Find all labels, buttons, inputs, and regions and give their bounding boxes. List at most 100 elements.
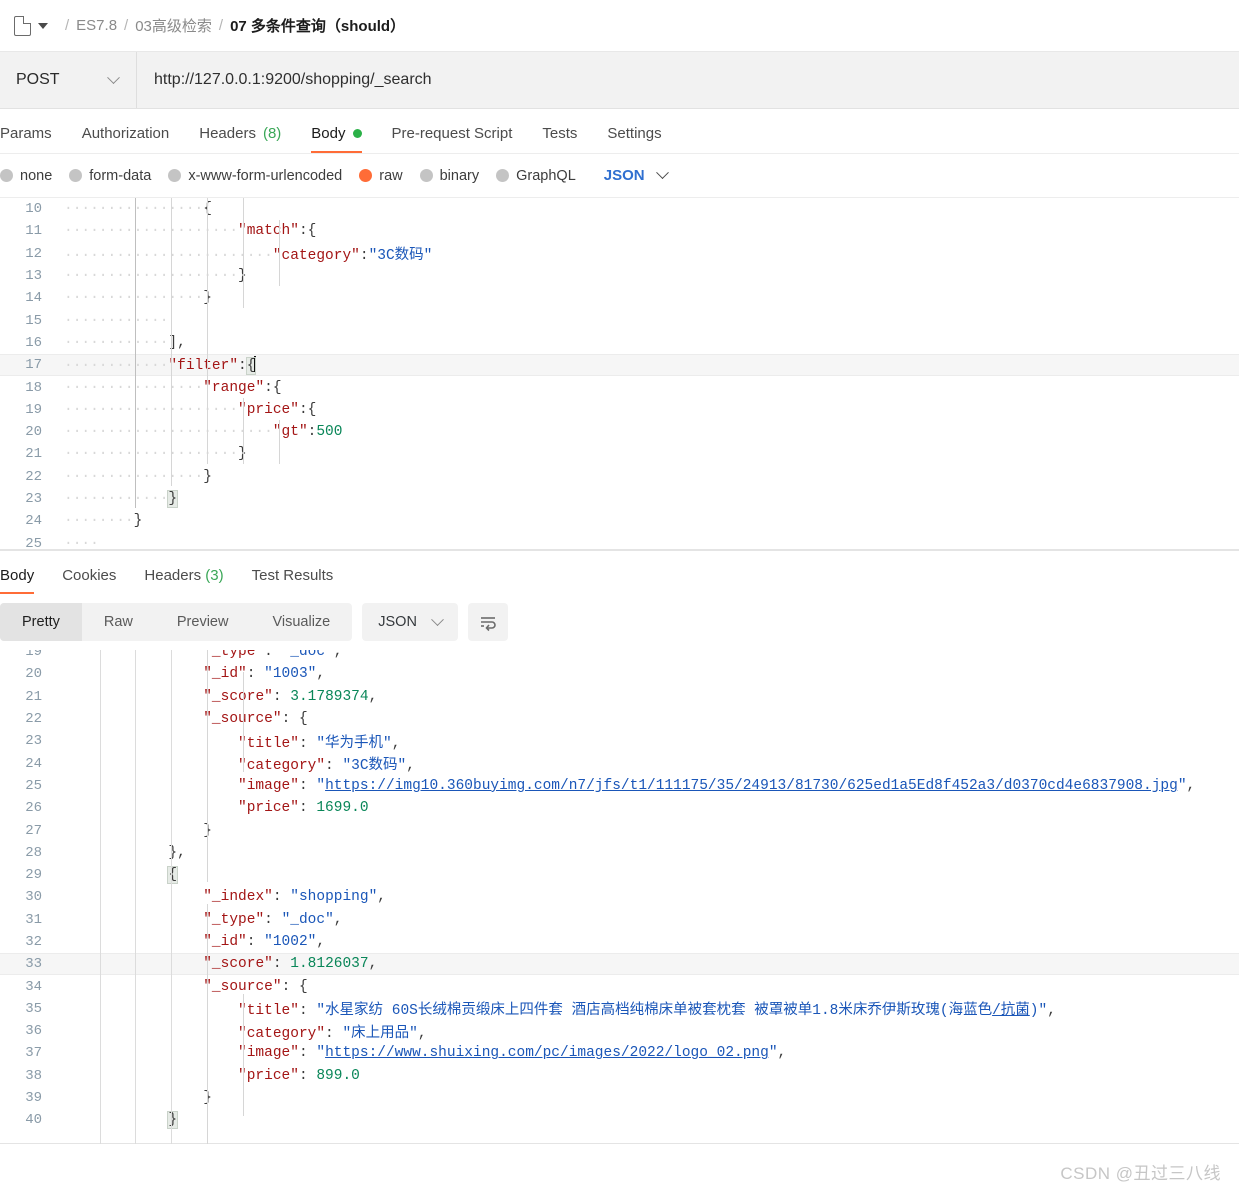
response-body-editor[interactable]: 19 "_type": "_doc", 20 "_id": "1003", 21 "…: [0, 650, 1239, 1144]
request-tab-pre-request-script[interactable]: Pre-request Script: [377, 125, 528, 153]
tab-label: Settings: [607, 125, 662, 142]
radio-icon: [496, 169, 510, 182]
body-type-raw[interactable]: raw: [359, 168, 410, 184]
body-type-label: form-data: [89, 167, 152, 184]
line-number: 39: [25, 1090, 42, 1107]
body-type-graphql[interactable]: GraphQL: [496, 168, 584, 184]
code-line: 14 ················}: [0, 287, 1239, 309]
word-wrap-icon[interactable]: [467, 603, 508, 641]
code-token: {: [272, 379, 282, 396]
chevron-down-icon[interactable]: [38, 22, 48, 29]
response-view-preview[interactable]: Preview: [155, 603, 251, 641]
code-token: :: [264, 379, 273, 396]
line-number: 12: [25, 245, 42, 262]
code-token: "price": [238, 1067, 299, 1084]
request-tab-settings[interactable]: Settings: [592, 125, 676, 153]
code-token: ": [316, 1045, 326, 1062]
tab-label: Pre-request Script: [391, 125, 513, 142]
indent-guide: ····················: [64, 401, 239, 418]
indent-guide: ········: [64, 513, 134, 530]
response-format-select[interactable]: JSON: [362, 603, 458, 641]
line-number: 35: [25, 1000, 42, 1017]
code-token: "image": [238, 777, 299, 794]
radio-icon: [0, 169, 13, 182]
code-line: 26 "price": 1699.0: [0, 797, 1239, 819]
line-number: 20: [25, 424, 42, 441]
code-token: :: [272, 688, 291, 705]
response-view-pretty[interactable]: Pretty: [0, 603, 82, 641]
response-tab-test-results[interactable]: Test Results: [238, 567, 348, 594]
code-text: ············],: [56, 335, 186, 351]
code-token[interactable]: https://img10.360buyimg.com/n7/jfs/t1/11…: [325, 778, 1178, 794]
response-view-visualize[interactable]: Visualize: [250, 603, 352, 641]
indent-guide: ············: [64, 358, 169, 375]
response-tab-headers[interactable]: Headers (3): [130, 567, 237, 594]
code-text: {: [56, 866, 179, 885]
code-token: "_doc": [281, 911, 334, 928]
code-line: 25 ····: [0, 532, 1239, 549]
tab-label: Authorization: [81, 125, 170, 142]
line-number: 37: [25, 1045, 42, 1062]
response-view-raw[interactable]: Raw: [82, 603, 155, 641]
line-number: 40: [25, 1112, 42, 1129]
body-type-options: none form-data x-www-form-urlencoded raw bin…: [0, 154, 1239, 198]
code-line: 13 ····················}: [0, 265, 1239, 287]
response-tab-body[interactable]: Body: [0, 567, 48, 594]
code-token: ,: [316, 666, 326, 683]
http-method-label: POST: [16, 71, 60, 88]
code-token[interactable]: /抗菌: [992, 1003, 1030, 1019]
code-token: ,: [368, 956, 378, 973]
code-text: ················}: [56, 290, 212, 306]
indent-guide: ················: [64, 201, 204, 218]
body-type-none[interactable]: none: [0, 168, 60, 184]
body-type-label: GraphQL: [516, 167, 576, 184]
indent-guide: ····················: [64, 268, 239, 285]
code-line: 19 ····················"price":{: [0, 399, 1239, 421]
code-line: 11 ····················"match":{: [0, 220, 1239, 242]
tab-label: Params: [0, 125, 52, 142]
http-method-select[interactable]: POST: [0, 52, 137, 108]
code-token: :: [325, 758, 343, 775]
code-token: :: [298, 777, 317, 794]
request-tab-headers[interactable]: Headers (8): [184, 125, 296, 153]
breadcrumb-item-collection[interactable]: ES7.8: [76, 17, 117, 34]
line-number: 19: [25, 650, 42, 661]
response-tab-cookies[interactable]: Cookies: [48, 567, 130, 594]
code-token: }: [167, 490, 179, 508]
code-line: 34 "_source": {: [0, 975, 1239, 997]
code-token: "title": [238, 1003, 299, 1020]
breadcrumb-item-folder[interactable]: 03高级检索: [135, 15, 212, 36]
request-tab-authorization[interactable]: Authorization: [67, 125, 185, 153]
url-input[interactable]: http://127.0.0.1:9200/shopping/_search: [137, 52, 1239, 108]
code-text: "image": "https://img10.360buyimg.com/n7…: [56, 778, 1195, 794]
body-type-binary[interactable]: binary: [419, 168, 488, 184]
request-body-editor[interactable]: 10 ················{11 ···················…: [0, 198, 1239, 550]
raw-format-select[interactable]: JSON: [604, 166, 669, 184]
request-tab-tests[interactable]: Tests: [527, 125, 592, 153]
request-tab-body[interactable]: Body: [296, 125, 376, 153]
indent-guide: ····················: [64, 446, 239, 463]
tab-count-badge: (8): [262, 125, 282, 142]
code-token: "_id": [203, 934, 247, 950]
watermark: CSDN @丑过三八线: [1060, 1164, 1221, 1183]
document-icon[interactable]: [14, 15, 31, 36]
code-line: 23 "title": "华为手机",: [0, 730, 1239, 752]
code-line: 12 ························"category":"3C…: [0, 243, 1239, 265]
code-token[interactable]: https://www.shuixing.com/pc/images/2022/…: [325, 1045, 769, 1061]
code-token: }: [238, 446, 247, 463]
body-type-form-data[interactable]: form-data: [69, 168, 159, 184]
code-text: "_source": {: [56, 979, 307, 995]
body-type-x-www-form-urlencoded[interactable]: x-www-form-urlencoded: [168, 168, 350, 184]
code-token: {: [298, 711, 308, 728]
request-tab-params[interactable]: Params: [0, 125, 67, 153]
code-token: }: [203, 1090, 212, 1107]
code-line: 29 {: [0, 864, 1239, 886]
code-line: 24 "category": "3C数码",: [0, 752, 1239, 775]
code-text: "_id": "1002",: [56, 934, 325, 950]
code-token: 899.0: [316, 1067, 360, 1084]
